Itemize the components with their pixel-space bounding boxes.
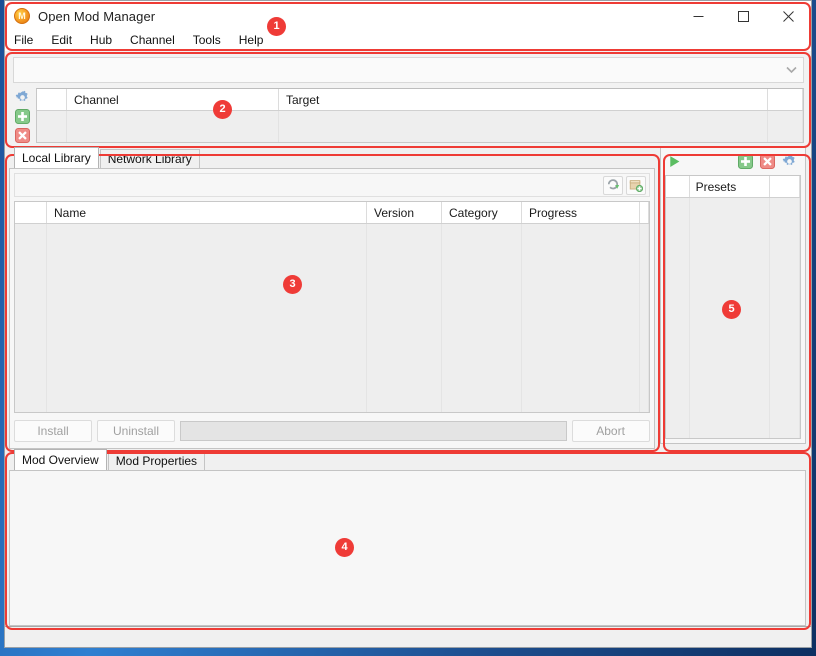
menu-item-tools[interactable]: Tools bbox=[193, 32, 230, 49]
channel-settings-button[interactable] bbox=[14, 89, 32, 105]
annotation-badge-4: 4 bbox=[335, 538, 354, 557]
library-table-header: Name Version Category Progress bbox=[15, 202, 649, 224]
channel-body-col-1 bbox=[37, 111, 67, 142]
library-col-blank[interactable] bbox=[15, 202, 47, 223]
presets-panel: Presets bbox=[660, 147, 806, 444]
status-bar bbox=[5, 626, 811, 647]
library-body-col-5 bbox=[522, 224, 640, 412]
library-col-end[interactable] bbox=[640, 202, 649, 223]
library-tabs: Local Library Network Library bbox=[9, 147, 655, 168]
chevron-down-icon[interactable] bbox=[779, 66, 803, 74]
annotation-badge-3: 3 bbox=[283, 275, 302, 294]
window-controls bbox=[676, 1, 811, 31]
tab-local-library[interactable]: Local Library bbox=[14, 147, 99, 168]
app-window: M Open Mod Manager File Edit Hub Channel… bbox=[4, 0, 812, 648]
library-body-col-6 bbox=[640, 224, 649, 412]
library-body-col-3 bbox=[367, 224, 442, 412]
mod-manager-icon: M bbox=[14, 8, 30, 24]
presets-body-col-1 bbox=[666, 198, 690, 438]
annotation-badge-1: 1 bbox=[267, 17, 286, 36]
channel-body: Channel Target bbox=[9, 88, 806, 143]
library-body-col-2 bbox=[47, 224, 367, 412]
menu-item-help[interactable]: Help bbox=[239, 32, 273, 49]
menu-bar: File Edit Hub Channel Tools Help bbox=[5, 31, 811, 51]
presets-col-blank[interactable] bbox=[666, 176, 690, 197]
window-title: Open Mod Manager bbox=[38, 9, 155, 24]
menu-item-channel[interactable]: Channel bbox=[130, 32, 184, 49]
menu-item-edit[interactable]: Edit bbox=[51, 32, 81, 49]
details-tabs: Mod Overview Mod Properties bbox=[9, 449, 806, 470]
presets-body-col-3 bbox=[770, 198, 800, 438]
channel-table: Channel Target bbox=[36, 88, 804, 143]
tab-mod-overview[interactable]: Mod Overview bbox=[14, 449, 107, 470]
presets-table-header: Presets bbox=[666, 176, 800, 198]
tab-network-library[interactable]: Network Library bbox=[100, 149, 200, 168]
library-toolbar bbox=[14, 173, 650, 197]
add-preset-plus-icon[interactable] bbox=[735, 152, 755, 171]
mod-overview-content bbox=[14, 475, 801, 620]
menu-item-file[interactable]: File bbox=[14, 32, 42, 49]
presets-col-presets[interactable]: Presets bbox=[690, 176, 770, 197]
library-body-col-4 bbox=[442, 224, 522, 412]
channel-col-blank[interactable] bbox=[37, 89, 67, 110]
tab-mod-properties[interactable]: Mod Properties bbox=[108, 451, 205, 470]
channel-body-col-4 bbox=[768, 111, 803, 142]
install-button[interactable]: Install bbox=[14, 420, 92, 442]
presets-col-end[interactable] bbox=[770, 176, 800, 197]
library-col-version[interactable]: Version bbox=[367, 202, 442, 223]
download-arrow-icon[interactable] bbox=[603, 176, 623, 195]
presets-toolbar bbox=[665, 151, 801, 172]
tab-network-library-label: Network Library bbox=[108, 152, 192, 166]
close-icon[interactable] bbox=[766, 1, 811, 31]
channel-add-button[interactable] bbox=[14, 108, 32, 124]
library-tab-body: Name Version Category Progress bbox=[9, 168, 655, 449]
library-table-body[interactable] bbox=[15, 224, 649, 412]
install-progress-bar bbox=[180, 421, 567, 441]
title-bar: M Open Mod Manager bbox=[5, 1, 811, 31]
play-icon[interactable] bbox=[665, 152, 685, 171]
channel-tool-strip bbox=[9, 88, 36, 143]
minimize-icon[interactable] bbox=[676, 1, 721, 31]
library-actions: Install Uninstall Abort bbox=[14, 418, 650, 443]
channel-col-end[interactable] bbox=[768, 89, 803, 110]
annotation-badge-5: 5 bbox=[722, 300, 741, 319]
package-add-icon[interactable] bbox=[626, 176, 646, 195]
annotation-badge-2: 2 bbox=[213, 100, 232, 119]
channel-panel: Channel Target bbox=[5, 51, 811, 147]
channel-body-col-2 bbox=[67, 111, 279, 142]
maximize-icon[interactable] bbox=[721, 1, 766, 31]
delete-preset-close-x-icon[interactable] bbox=[757, 152, 777, 171]
uninstall-button[interactable]: Uninstall bbox=[97, 420, 175, 442]
library-col-name[interactable]: Name bbox=[47, 202, 367, 223]
library-col-category[interactable]: Category bbox=[442, 202, 522, 223]
tab-local-library-label: Local Library bbox=[22, 151, 91, 165]
channel-col-channel[interactable]: Channel bbox=[67, 89, 279, 110]
channel-remove-button[interactable] bbox=[14, 127, 32, 143]
abort-button[interactable]: Abort bbox=[572, 420, 650, 442]
channel-table-header: Channel Target bbox=[37, 89, 803, 111]
channel-table-body[interactable] bbox=[37, 111, 803, 142]
channel-select[interactable] bbox=[13, 57, 804, 83]
details-tab-body bbox=[9, 470, 806, 626]
menu-item-hub[interactable]: Hub bbox=[90, 32, 121, 49]
middle-area: Local Library Network Library bbox=[5, 147, 811, 449]
channel-body-col-3 bbox=[279, 111, 768, 142]
details-panel: Mod Overview Mod Properties bbox=[5, 449, 811, 626]
library-body-col-1 bbox=[15, 224, 47, 412]
preset-settings-gear-icon[interactable] bbox=[779, 152, 799, 171]
library-col-progress[interactable]: Progress bbox=[522, 202, 640, 223]
library-panel: Local Library Network Library bbox=[9, 147, 655, 449]
channel-col-target[interactable]: Target bbox=[279, 89, 768, 110]
tab-mod-overview-label: Mod Overview bbox=[22, 453, 99, 467]
tab-mod-properties-label: Mod Properties bbox=[116, 454, 197, 468]
library-table: Name Version Category Progress bbox=[14, 201, 650, 413]
